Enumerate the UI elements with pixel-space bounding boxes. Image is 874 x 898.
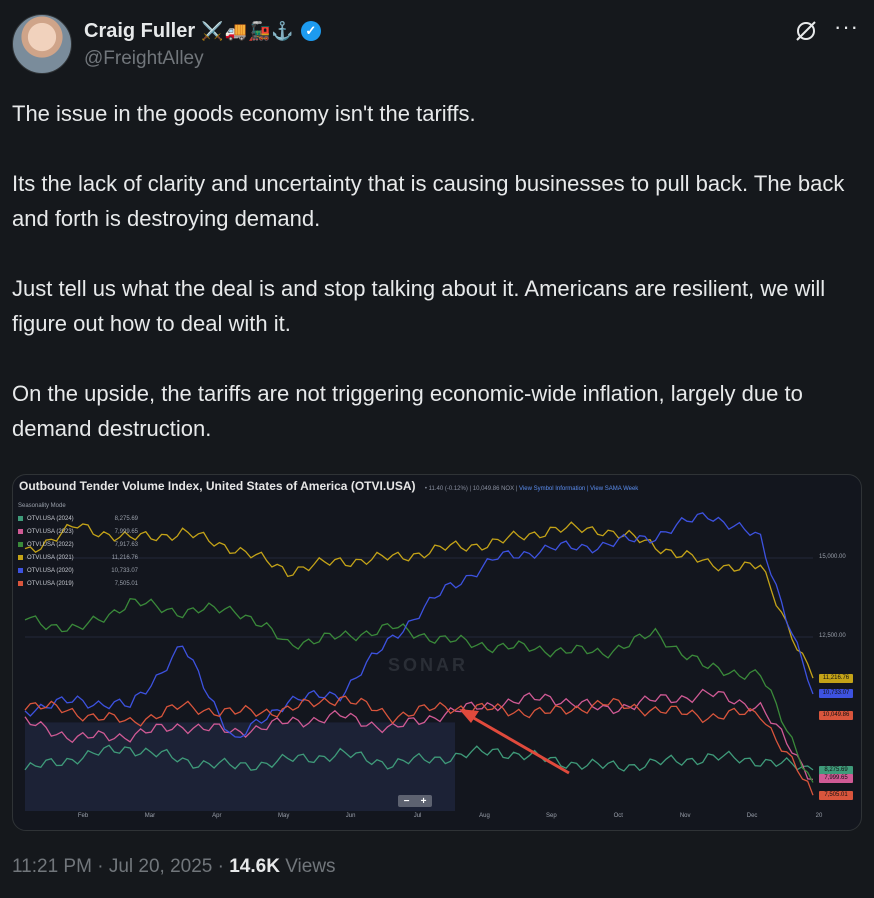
x-tick-label: Jul — [413, 813, 422, 819]
more-options-icon[interactable]: ··· — [834, 16, 862, 42]
tweet-text: The issue in the goods economy isn't the… — [12, 96, 852, 446]
tweet-paragraph: Its the lack of clarity and uncertainty … — [12, 171, 845, 231]
y-tick-label: 15,000.00 — [819, 553, 846, 560]
tweet-header: Craig Fuller ⚔️🚚🚂⚓ ✓ @FreightAlley ··· — [12, 14, 862, 78]
x-tick-label: Apr — [212, 813, 222, 819]
x-tick-label: Oct — [613, 813, 623, 819]
price-tag: 10,733.07 — [819, 688, 853, 698]
price-tag: 10,049.86 — [819, 710, 853, 720]
x-tick-label: Mar — [144, 813, 156, 819]
tweet-date[interactable]: Jul 20, 2025 — [109, 856, 213, 877]
tweet-paragraph: On the upside, the tariffs are not trigg… — [12, 381, 803, 441]
display-name[interactable]: Craig Fuller — [84, 20, 195, 43]
x-tick-label: Feb — [77, 813, 89, 819]
y-axis-labels: 15,000.00 12,500.00 — [13, 475, 861, 830]
grok-icon[interactable] — [793, 18, 819, 44]
price-tag: 11,216.76 — [819, 673, 853, 683]
x-tick-label: Dec — [746, 813, 758, 819]
meta-separator: · — [217, 856, 224, 877]
x-tick-label: 20 — [815, 813, 823, 819]
y-tick-label: 12,500.00 — [819, 633, 846, 640]
x-tick-label: Nov — [679, 813, 691, 819]
price-tag: 7,505.01 — [819, 790, 853, 800]
name-emojis: ⚔️🚚🚂⚓ — [201, 20, 295, 41]
x-tick-label: May — [278, 813, 290, 819]
tweet-paragraph: The issue in the goods economy isn't the… — [12, 101, 476, 126]
tweet-time[interactable]: 11:21 PM — [12, 856, 92, 877]
zoom-in-button[interactable]: + — [421, 796, 427, 807]
views-label: Views — [285, 856, 336, 877]
name-row: Craig Fuller ⚔️🚚🚂⚓ ✓ — [84, 18, 321, 44]
tweet-meta: 11:21 PM · Jul 20, 2025 · 14.6K Views — [12, 856, 336, 878]
tweet-paragraph: Just tell us what the deal is and stop t… — [12, 276, 826, 336]
price-tag: 7,999.65 — [819, 774, 853, 784]
zoom-out-button[interactable]: − — [404, 796, 410, 807]
zoom-control: − + — [398, 795, 432, 807]
x-axis-labels: Feb Mar Apr May Jun Jul Aug Sep Oct Nov Dec 20 — [13, 813, 861, 825]
x-tick-label: Jun — [345, 813, 356, 819]
x-tick-label: Sep — [546, 813, 557, 819]
verified-badge-icon[interactable]: ✓ — [300, 21, 321, 41]
avatar[interactable] — [12, 14, 72, 74]
user-handle[interactable]: @FreightAlley — [84, 48, 204, 70]
views-count[interactable]: 14.6K — [229, 856, 280, 877]
meta-separator: · — [97, 856, 104, 877]
chart-image[interactable]: SONAR Outbound Tender Volume Index, Unit… — [12, 474, 862, 831]
x-tick-label: Aug — [479, 813, 490, 819]
